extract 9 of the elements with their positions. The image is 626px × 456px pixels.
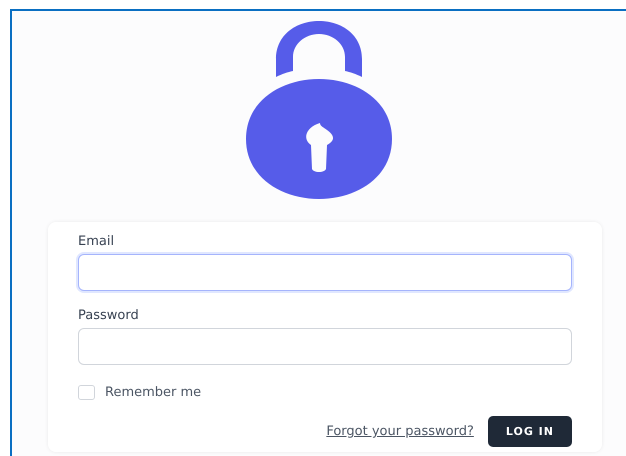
input-field[interactable] <box>78 254 572 291</box>
forgot-password-link[interactable]: Forgot your password? <box>326 424 474 439</box>
field-label: Email <box>78 234 114 249</box>
login-button[interactable]: LOG IN <box>488 416 572 447</box>
input-field[interactable] <box>78 328 572 365</box>
padlock-icon <box>246 21 392 201</box>
checkbox[interactable] <box>78 385 95 400</box>
field-label: Password <box>78 308 139 323</box>
checkbox-label: Remember me <box>105 385 202 400</box>
